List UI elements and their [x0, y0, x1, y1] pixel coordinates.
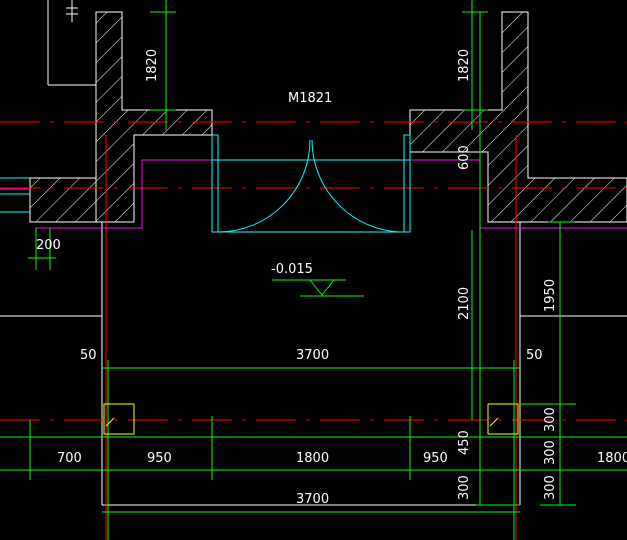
dim-1800-right: 1800	[597, 451, 627, 466]
dim-3700-bottom: 3700	[296, 492, 329, 507]
dim-700: 700	[57, 451, 82, 466]
dim-950-left: 950	[147, 451, 172, 466]
dim-50-left: 50	[80, 348, 97, 363]
dim-450: 450	[457, 430, 472, 455]
right-wall	[409, 11, 627, 223]
door-m1821	[211, 134, 411, 233]
dim-300-a: 300	[543, 407, 558, 432]
dim-1800: 1800	[296, 451, 329, 466]
dim-300-c: 300	[543, 475, 558, 500]
left-wall	[29, 11, 213, 223]
dim-1820-left: 1820	[145, 49, 160, 82]
dim-950-right: 950	[423, 451, 448, 466]
left-cyan-edges	[0, 177, 30, 213]
dim-50-right: 50	[526, 348, 543, 363]
dim-2100: 2100	[457, 287, 472, 320]
dim-200: 200	[36, 238, 61, 253]
dim-3700-top: 3700	[296, 348, 329, 363]
elevation-marker	[272, 279, 364, 297]
dim-600: 600	[457, 145, 472, 170]
dim-300-low: 300	[457, 475, 472, 500]
column-markers	[103, 403, 519, 435]
cad-drawing-canvas: M1821 -0.015 200 50 50 3700 700 950 1800…	[0, 0, 627, 540]
elevation-label: -0.015	[271, 262, 313, 277]
building-outline	[0, 109, 627, 506]
door-label: M1821	[288, 91, 332, 106]
dim-300-b: 300	[543, 440, 558, 465]
dim-1820-right: 1820	[457, 49, 472, 82]
dim-1950: 1950	[543, 279, 558, 312]
upper-left-detail	[47, 0, 96, 86]
